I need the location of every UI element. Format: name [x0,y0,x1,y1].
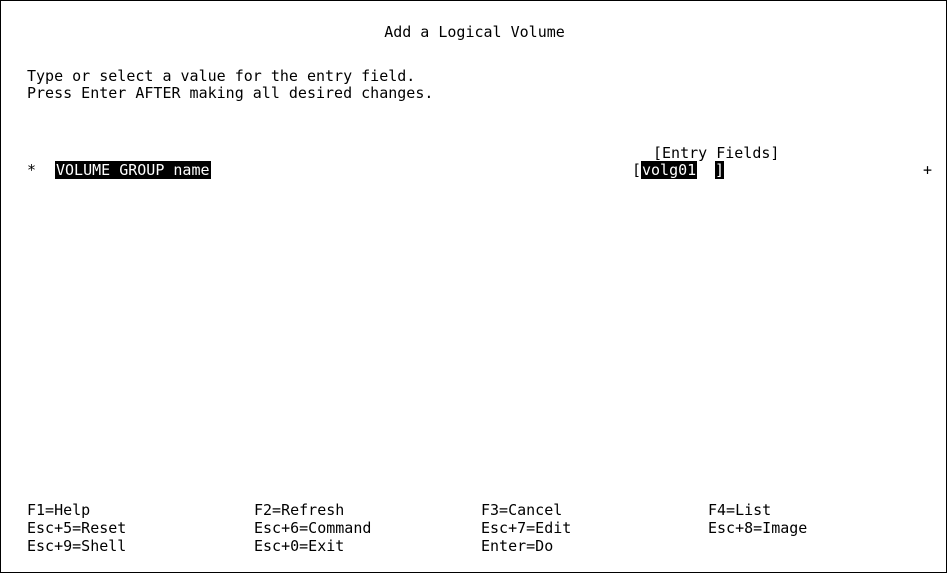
field-bracket-close: ] [715,161,725,179]
smit-screen-frame: Add a Logical Volume Type or select a va… [0,0,947,573]
f1-help-key[interactable]: F1=Help [27,501,90,519]
list-available-indicator[interactable]: + [923,161,932,179]
f4-list-key[interactable]: F4=List [708,501,771,519]
screen-title: Add a Logical Volume [384,23,565,41]
volume-group-name-label: VOLUME GROUP name [55,161,211,179]
esc9-shell-key[interactable]: Esc+9=Shell [27,537,126,555]
instruction-line-1: Type or select a value for the entry fie… [27,67,416,85]
field-bracket-open: [ [632,161,642,179]
volume-group-name-input[interactable]: volg01 [641,161,698,179]
esc0-exit-key[interactable]: Esc+0=Exit [254,537,344,555]
required-marker: * [27,161,37,179]
f3-cancel-key[interactable]: F3=Cancel [481,501,562,519]
f2-refresh-key[interactable]: F2=Refresh [254,501,344,519]
volume-group-field-row[interactable]: * VOLUME GROUP name [ volg01 ] + [27,161,932,179]
instruction-line-2: Press Enter AFTER making all desired cha… [27,84,434,102]
enter-do-key[interactable]: Enter=Do [481,537,553,555]
entry-fields-header: [Entry Fields] [653,144,780,162]
esc5-reset-key[interactable]: Esc+5=Reset [27,519,126,537]
esc8-image-key[interactable]: Esc+8=Image [708,519,807,537]
esc7-edit-key[interactable]: Esc+7=Edit [481,519,571,537]
esc6-command-key[interactable]: Esc+6=Command [254,519,371,537]
